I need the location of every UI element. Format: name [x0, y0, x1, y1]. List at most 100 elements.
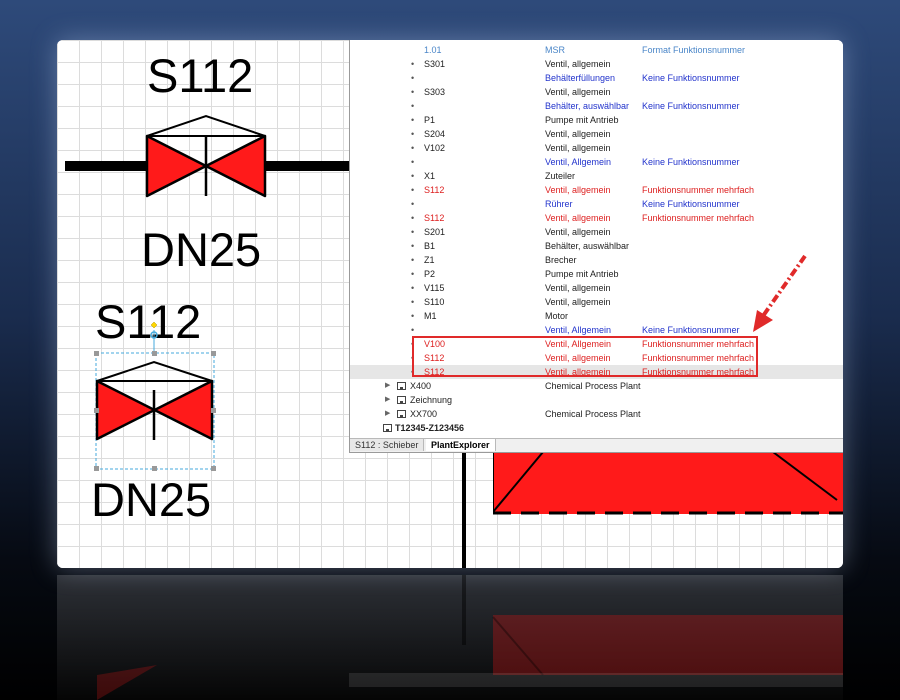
- tree-node[interactable]: ▶ Zeichnung: [350, 393, 843, 407]
- list-item[interactable]: • Behälterfüllungen Keine Funktionsnummer: [350, 71, 843, 85]
- tree-bullet: •: [411, 199, 415, 209]
- list-item[interactable]: • S204 Ventil, allgemein: [350, 127, 843, 141]
- tree-bullet: •: [411, 143, 415, 153]
- list-item[interactable]: • Behälter, auswählbar Keine Funktionsnumm…: [350, 99, 843, 113]
- item-status: Keine Funktionsnummer: [642, 73, 740, 83]
- item-tag: M1: [424, 311, 437, 321]
- tree-bullet: •: [411, 185, 415, 195]
- item-description: Ventil, Allgemein: [545, 325, 612, 335]
- node-description: Chemical Process Plant: [545, 409, 641, 419]
- plant-explorer-panel: 1.01 MSR Format Funktionsnummer • S301 Ventil…: [349, 40, 843, 453]
- gate-valve-symbol-1[interactable]: [57, 112, 357, 202]
- item-description: Behälterfüllungen: [545, 73, 616, 83]
- main-window: S112 DN25 S112 DN25 1.01 MSR Format Funk…: [57, 40, 843, 568]
- valve-size-label-1[interactable]: DN25: [141, 226, 261, 273]
- item-description: Ventil, allgemein: [545, 143, 611, 153]
- list-item[interactable]: • V102 Ventil, allgemein: [350, 141, 843, 155]
- item-tag: P2: [424, 269, 436, 279]
- node-name: XX700: [410, 409, 438, 419]
- item-tag: S201: [424, 227, 446, 237]
- node-name: Zeichnung: [410, 395, 453, 405]
- folder-icon: [383, 424, 392, 432]
- panel-tab-bar: S112 : Schieber PlantExplorer: [350, 438, 843, 452]
- tree-bullet: •: [411, 325, 415, 335]
- triangle-right-icon[interactable]: ▶: [385, 379, 390, 393]
- tree-node[interactable]: ▶ X400 Chemical Process Plant: [350, 379, 843, 393]
- list-item[interactable]: • S301 Ventil, allgemein: [350, 57, 843, 71]
- item-status: Funktionsnummer mehrfach: [642, 213, 755, 223]
- item-tag: S303: [424, 87, 446, 97]
- item-tag: V102: [424, 143, 446, 153]
- item-description: Motor: [545, 311, 569, 321]
- item-description: MSR: [545, 45, 565, 55]
- tree-bullet: •: [411, 129, 415, 139]
- item-tag: S110: [424, 297, 445, 307]
- tree-bullet: •: [411, 87, 415, 97]
- item-description: Ventil, allgemein: [545, 297, 611, 307]
- tree-bullet: •: [411, 269, 415, 279]
- tree-bullet: •: [411, 115, 415, 125]
- vertical-pipe[interactable]: [462, 452, 466, 568]
- tab-schieber[interactable]: S112 : Schieber: [350, 439, 425, 451]
- floor-reflection: [57, 575, 843, 700]
- item-tag: S301: [424, 59, 446, 69]
- triangle-right-icon[interactable]: ▶: [385, 407, 390, 421]
- tree-bullet: •: [411, 213, 415, 223]
- item-description: Ventil, allgemein: [545, 227, 611, 237]
- item-description: Behälter, auswählbar: [545, 101, 630, 111]
- dashed-arrow-icon: [753, 254, 807, 332]
- tree-root-node[interactable]: T12345-Z123456: [350, 421, 843, 435]
- item-description: Ventil, allgemein: [545, 185, 611, 195]
- item-tag: 1.01: [424, 45, 442, 55]
- item-description: Pumpe mit Antrieb: [545, 269, 619, 279]
- list-item[interactable]: • S112 Ventil, allgemein Funktionsnummer me…: [350, 211, 843, 225]
- item-tag: S112: [424, 185, 445, 195]
- item-tag: V115: [424, 283, 445, 293]
- item-description: Brecher: [545, 255, 577, 265]
- valve-size-label-2[interactable]: DN25: [91, 476, 211, 523]
- list-item[interactable]: • S201 Ventil, allgemein: [350, 225, 843, 239]
- root-name: T12345-Z123456: [395, 423, 465, 433]
- tree-bullet: •: [411, 73, 415, 83]
- item-tag: S204: [424, 129, 446, 139]
- item-status: Funktionsnummer mehrfach: [642, 185, 755, 195]
- tree-bullet: •: [411, 297, 415, 307]
- item-description: Pumpe mit Antrieb: [545, 115, 619, 125]
- item-tag: B1: [424, 241, 436, 251]
- tree-node[interactable]: ▶ XX700 Chemical Process Plant: [350, 407, 843, 421]
- folder-icon: [397, 410, 406, 418]
- tree-bullet: •: [411, 227, 415, 237]
- gate-valve-symbol-2[interactable]: [87, 318, 267, 478]
- item-status: Keine Funktionsnummer: [642, 101, 740, 111]
- list-item[interactable]: 1.01 MSR Format Funktionsnummer: [350, 43, 843, 57]
- triangle-right-icon[interactable]: ▶: [385, 393, 390, 407]
- node-name: X400: [410, 381, 432, 391]
- item-tag: P1: [424, 115, 436, 125]
- large-valve-partial[interactable]: [493, 452, 843, 522]
- list-item[interactable]: • S112 Ventil, allgemein Funktionsnummer me…: [350, 183, 843, 197]
- list-item[interactable]: • P1 Pumpe mit Antrieb: [350, 113, 843, 127]
- duplicate-highlight-box: [412, 336, 758, 377]
- item-description: Behälter, auswählbar: [545, 241, 630, 251]
- item-description: Zuteiler: [545, 171, 576, 181]
- tree-bullet: •: [411, 241, 415, 251]
- item-status: Keine Funktionsnummer: [642, 199, 740, 209]
- item-tag: S112: [424, 213, 445, 223]
- item-description: Ventil, allgemein: [545, 87, 611, 97]
- tab-plantexplorer[interactable]: PlantExplorer: [426, 439, 496, 451]
- item-description: Ventil, allgemein: [545, 59, 611, 69]
- tree-bullet: •: [411, 59, 415, 69]
- item-tag: X1: [424, 171, 436, 181]
- item-description: Ventil, Allgemein: [545, 157, 612, 167]
- item-description: Ventil, allgemein: [545, 213, 611, 223]
- folder-icon: [397, 382, 406, 390]
- list-item[interactable]: • Rührer Keine Funktionsnummer: [350, 197, 843, 211]
- tree-bullet: •: [411, 171, 415, 181]
- item-tag: Z1: [424, 255, 435, 265]
- list-item[interactable]: • X1 Zuteiler: [350, 169, 843, 183]
- valve-tag-label-1[interactable]: S112: [147, 52, 253, 99]
- tree-bullet: •: [411, 311, 415, 321]
- list-item[interactable]: • S303 Ventil, allgemein: [350, 85, 843, 99]
- list-item[interactable]: • Ventil, Allgemein Keine Funktionsnummer: [350, 155, 843, 169]
- tree-bullet: •: [411, 255, 415, 265]
